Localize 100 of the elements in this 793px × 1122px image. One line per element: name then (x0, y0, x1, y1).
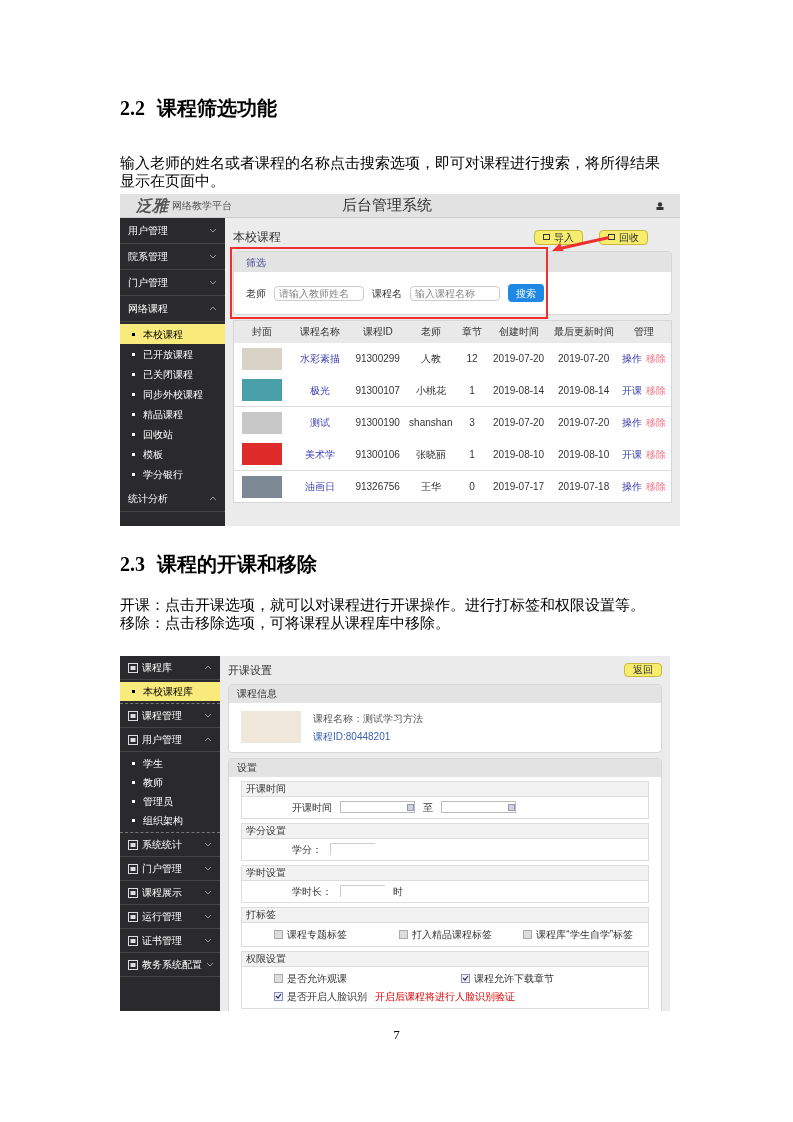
panel-title: 设置 (237, 761, 257, 775)
panel-icon (128, 887, 138, 898)
sidebar-group-label: 课程库 (142, 661, 172, 675)
column-header: 章节 (456, 320, 488, 343)
bullet-icon (132, 432, 135, 436)
check-icon (462, 975, 469, 981)
action-link[interactable]: 操作 (622, 481, 643, 492)
paragraph: 移除：点击移除选项，可将课程从课程库中移除。 (120, 614, 451, 632)
course-name-link[interactable]: 油画日 (305, 481, 336, 492)
section-title: 开课时间 (246, 782, 286, 796)
sidebar-item[interactable]: 模板 (120, 444, 225, 464)
date-field[interactable] (340, 801, 415, 813)
search-button[interactable]: 搜索 (508, 284, 544, 302)
sidebar-item[interactable]: 管理员 (120, 792, 220, 811)
sidebar-item[interactable]: 同步外校课程 (120, 384, 225, 404)
bullet-icon (132, 372, 135, 376)
sidebar-item[interactable]: 已开放课程 (120, 344, 225, 364)
chevron-icon (204, 938, 212, 943)
sidebar-group[interactable]: 课程库 (120, 656, 220, 680)
course-name-link[interactable]: 美术学 (305, 448, 336, 460)
section-title: 课程筛选功能 (157, 96, 277, 120)
table-cell: 0 (469, 481, 475, 492)
action-link[interactable]: 操作 (622, 353, 643, 364)
table-cell: 2019-08-10 (493, 448, 545, 460)
paragraph: 输入老师的姓名或者课程的名称点击搜索选项，即可对课程进行搜索，将所得结果显示在页面中。 (120, 154, 661, 190)
user-icon (656, 201, 664, 210)
sidebar-group[interactable]: 课程管理 (120, 704, 220, 728)
page-number: 7 (393, 1026, 400, 1044)
sidebar-item[interactable]: 学生 (120, 754, 220, 773)
toolbar-button[interactable]: 回收 (599, 229, 648, 245)
sidebar-group-label: 用户管理 (128, 224, 168, 238)
course-name-link[interactable]: 水彩素描 (300, 353, 341, 364)
sidebar-item[interactable]: 本校课程 (120, 324, 225, 344)
table-cell: 91300299 (355, 353, 400, 364)
app-title: 后台管理系统 (342, 195, 432, 216)
section-title: 学分设置 (246, 824, 286, 838)
sidebar-item[interactable]: 本校课程库 (120, 682, 220, 701)
sidebar-item[interactable]: 回收站 (120, 424, 225, 444)
sidebar-item[interactable]: 学分银行 (120, 464, 225, 484)
sidebar-item[interactable]: 精品课程 (120, 404, 225, 424)
sidebar-group[interactable]: 统计分析 (120, 486, 225, 512)
sidebar-group[interactable]: 网络课程 (120, 296, 225, 322)
action-link[interactable]: 开课 (622, 448, 643, 460)
sidebar-item[interactable]: 组织架构 (120, 811, 220, 830)
panel-icon (128, 710, 138, 721)
checkbox[interactable] (274, 973, 283, 983)
sidebar-group-label: 用户管理 (142, 733, 182, 747)
table-cell: 2019-07-18 (558, 481, 610, 492)
panel-icon (128, 863, 138, 874)
sidebar-group[interactable]: 教务系统配置 (120, 953, 220, 977)
sidebar-group-label: 门户管理 (142, 862, 182, 876)
table-cell: 91300107 (355, 384, 400, 396)
course-name-link[interactable]: 测试 (310, 417, 331, 429)
sidebar-group[interactable]: 门户管理 (120, 270, 225, 296)
input-field[interactable]: 输入课程名称 (410, 285, 500, 301)
checkbox[interactable] (274, 929, 283, 939)
panel-icon (128, 935, 138, 946)
checkbox[interactable] (523, 929, 533, 939)
sidebar-group[interactable]: 证书管理 (120, 929, 220, 953)
date-field[interactable] (441, 801, 516, 813)
sidebar-group[interactable]: 运行管理 (120, 905, 220, 929)
checkbox-label: 是否开启人脸识别 (287, 989, 367, 1004)
bullet-icon (132, 800, 135, 803)
sidebar-group[interactable]: 用户管理 (120, 218, 225, 244)
warning-note: 开启后课程将进行人脸识别验证 (375, 989, 515, 1004)
checkbox[interactable] (398, 929, 408, 939)
table-cell: 2019-08-14 (493, 384, 545, 396)
sidebar-group[interactable]: 用户管理 (120, 728, 220, 752)
section-title: 权限设置 (246, 952, 286, 966)
section-number: 2.3 (120, 552, 145, 576)
course-name-link[interactable]: 极光 (310, 384, 331, 396)
sidebar-group[interactable]: 课程展示 (120, 881, 220, 905)
action-link[interactable]: 开课 (622, 384, 643, 396)
sidebar-group-label: 证书管理 (142, 934, 182, 948)
panel-title: 课程信息 (237, 687, 277, 701)
sidebar-group[interactable]: 院系管理 (120, 244, 225, 270)
sidebar-group-label: 课程展示 (142, 886, 182, 900)
field-label: 课程名 (372, 286, 402, 301)
table-cell: 小桃花 (415, 384, 446, 396)
chevron-icon (204, 866, 212, 871)
checkbox[interactable] (274, 991, 283, 1001)
sidebar-item[interactable]: 已关闭课程 (120, 364, 225, 384)
checkbox-label: 是否允许观课 (287, 971, 347, 986)
action-link[interactable]: 操作 (622, 417, 643, 429)
column-header: 老师 (404, 320, 457, 343)
table-cell: 人教 (420, 353, 441, 364)
sidebar-group[interactable]: 系统统计 (120, 833, 220, 857)
back-button[interactable]: 返回 (624, 663, 662, 678)
sidebar-group[interactable]: 门户管理 (120, 857, 220, 881)
table-cell: 91300106 (355, 448, 400, 460)
checkbox-label: 课程库“学生自学”标签 (536, 927, 633, 942)
column-header: 管理 (617, 320, 672, 343)
bullet-icon (132, 781, 135, 784)
panel-icon (128, 911, 138, 922)
chevron-icon (204, 914, 212, 919)
toolbar-button[interactable]: 导入 (534, 229, 583, 245)
bullet-icon (132, 332, 135, 336)
input-field[interactable]: 请输入教师姓名 (274, 285, 364, 301)
checkbox[interactable] (461, 973, 470, 983)
sidebar-item[interactable]: 教师 (120, 773, 220, 792)
